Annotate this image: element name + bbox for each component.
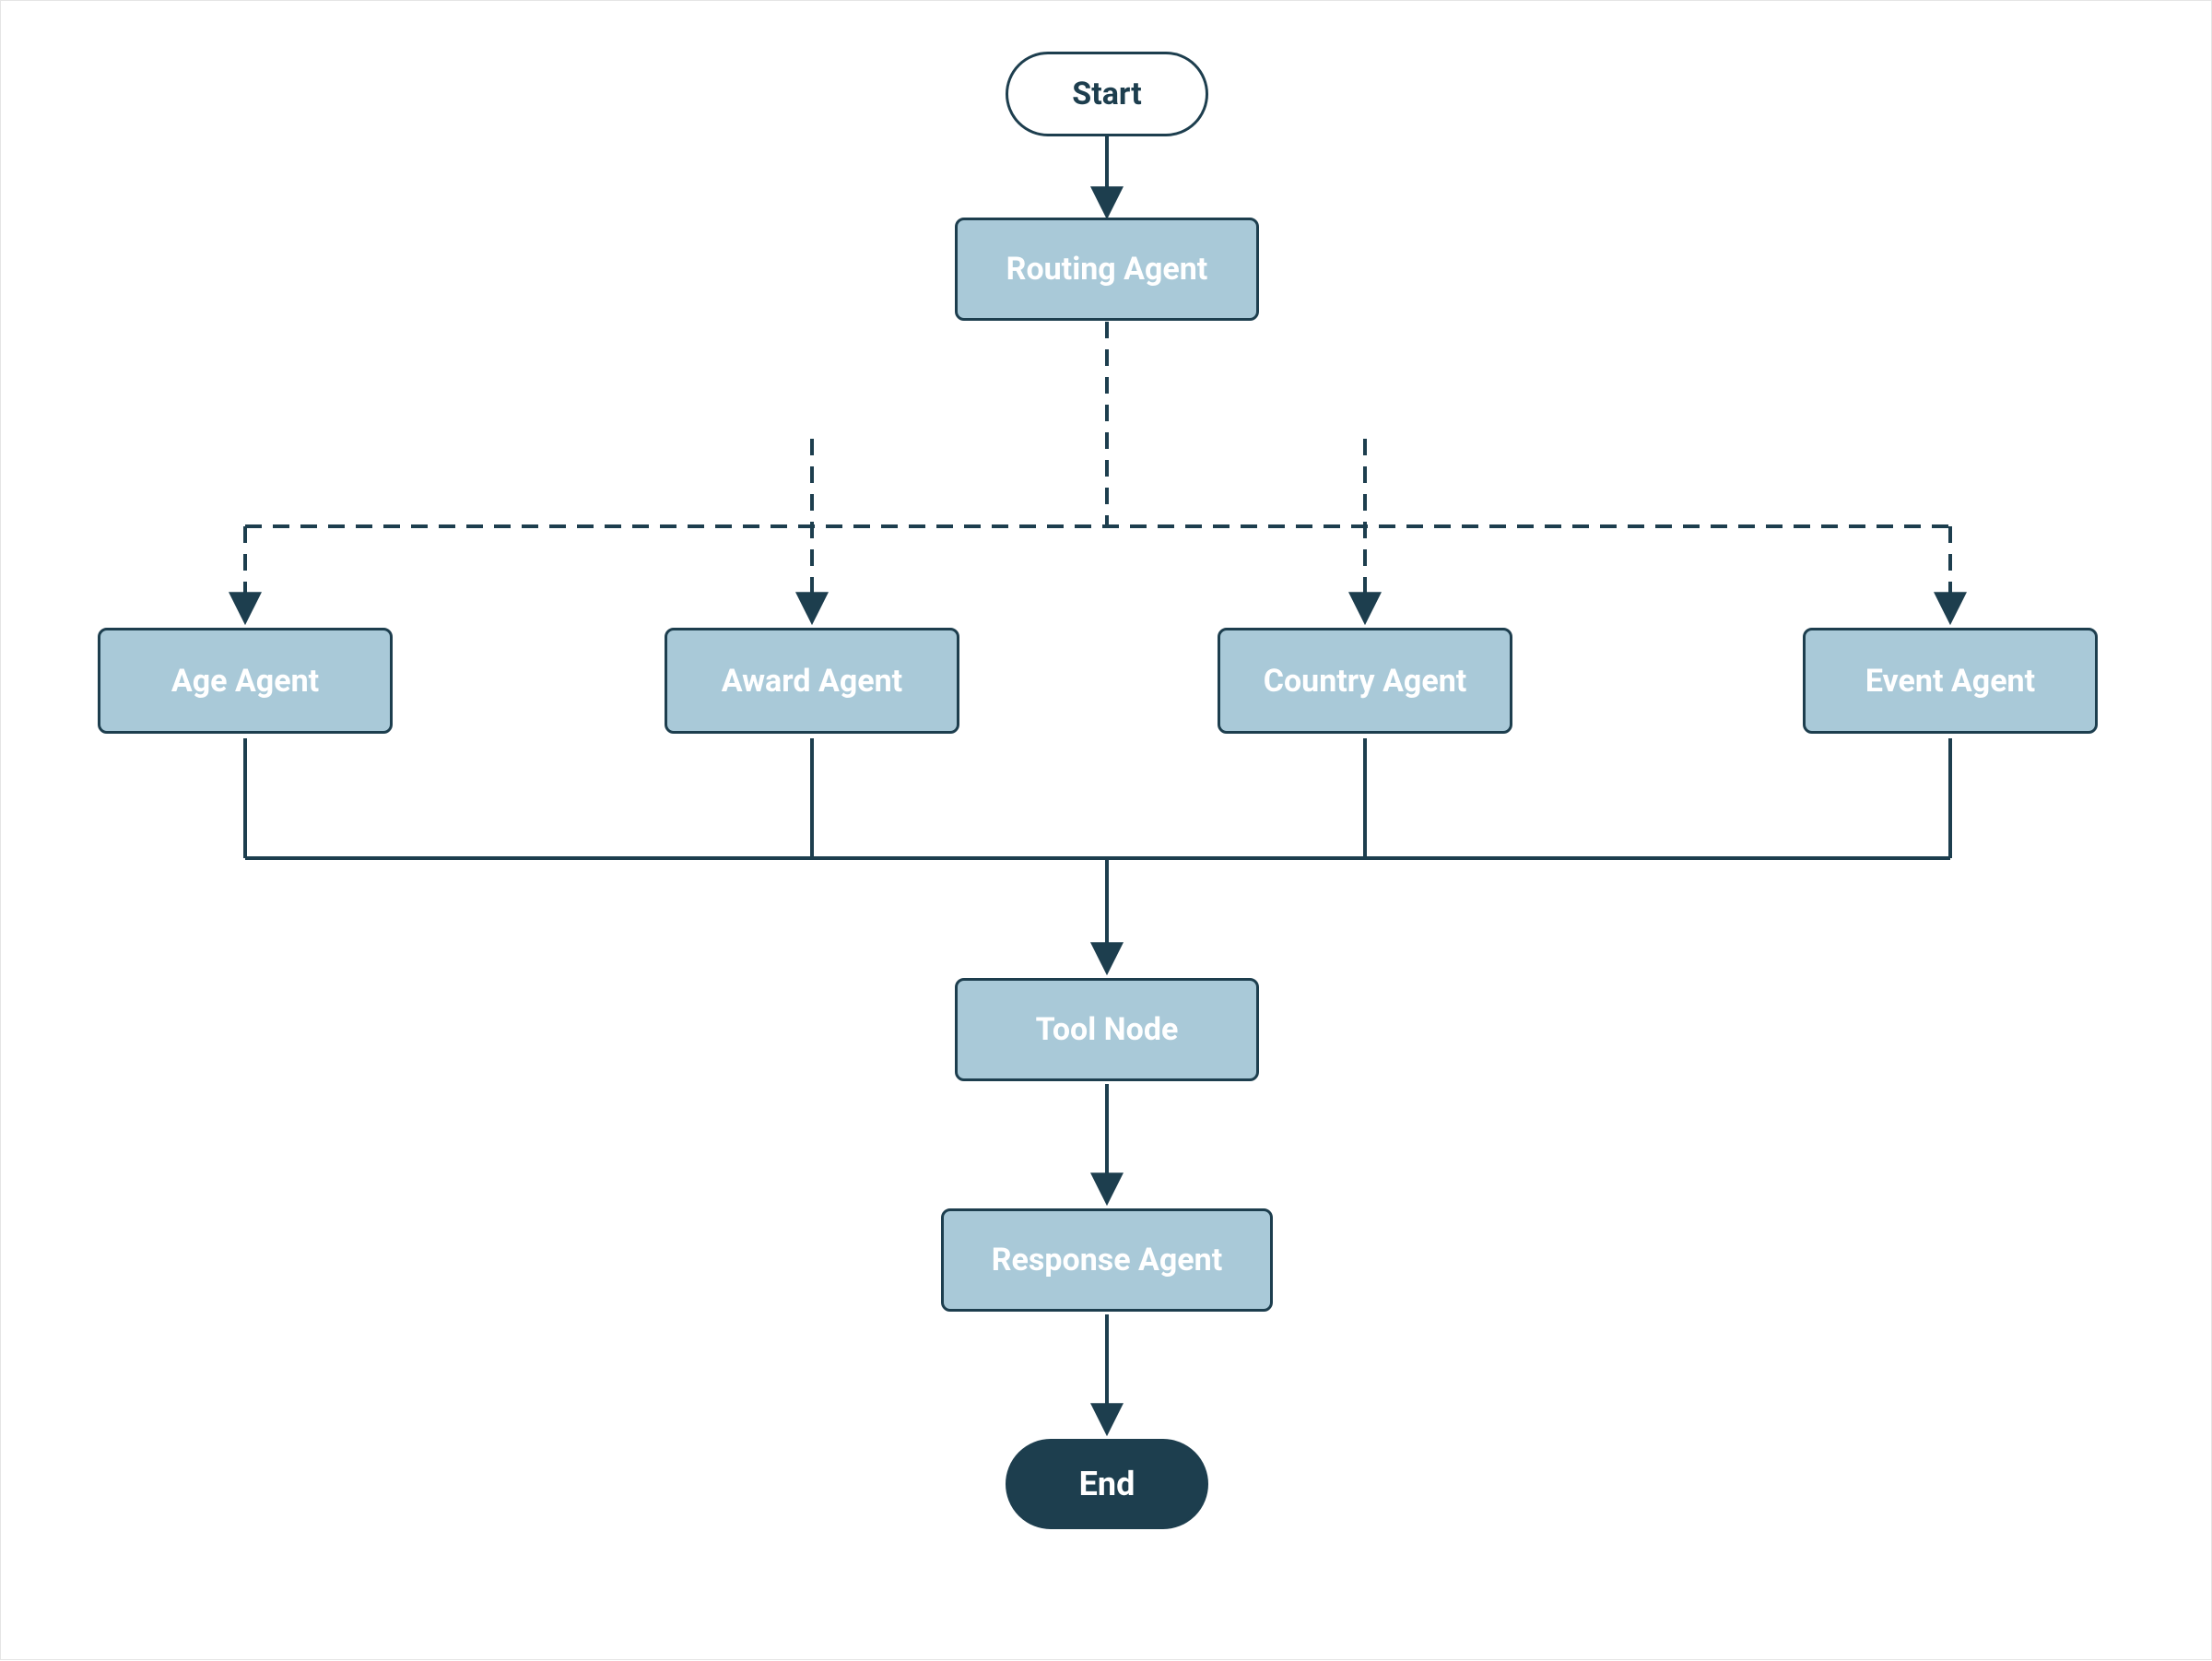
node-age-label: Age Agent xyxy=(171,663,319,700)
node-event: Event Agent xyxy=(1803,628,2098,734)
node-age: Age Agent xyxy=(98,628,393,734)
node-end-label: End xyxy=(1079,1465,1135,1503)
node-response: Response Agent xyxy=(941,1208,1273,1312)
node-end: End xyxy=(1006,1439,1208,1529)
node-routing: Routing Agent xyxy=(955,218,1259,321)
node-tool: Tool Node xyxy=(955,978,1259,1081)
node-award-label: Award Agent xyxy=(722,663,902,700)
node-award: Award Agent xyxy=(665,628,959,734)
node-start-label: Start xyxy=(1072,76,1141,112)
flowchart-canvas: Start Routing Agent Age Agent Award Agen… xyxy=(0,0,2212,1660)
node-tool-label: Tool Node xyxy=(1036,1011,1179,1048)
node-country: Country Agent xyxy=(1218,628,1512,734)
node-start: Start xyxy=(1006,52,1208,136)
node-response-label: Response Agent xyxy=(992,1242,1222,1278)
node-routing-label: Routing Agent xyxy=(1006,251,1208,288)
node-event-label: Event Agent xyxy=(1865,663,2035,700)
node-country-label: Country Agent xyxy=(1264,663,1467,700)
